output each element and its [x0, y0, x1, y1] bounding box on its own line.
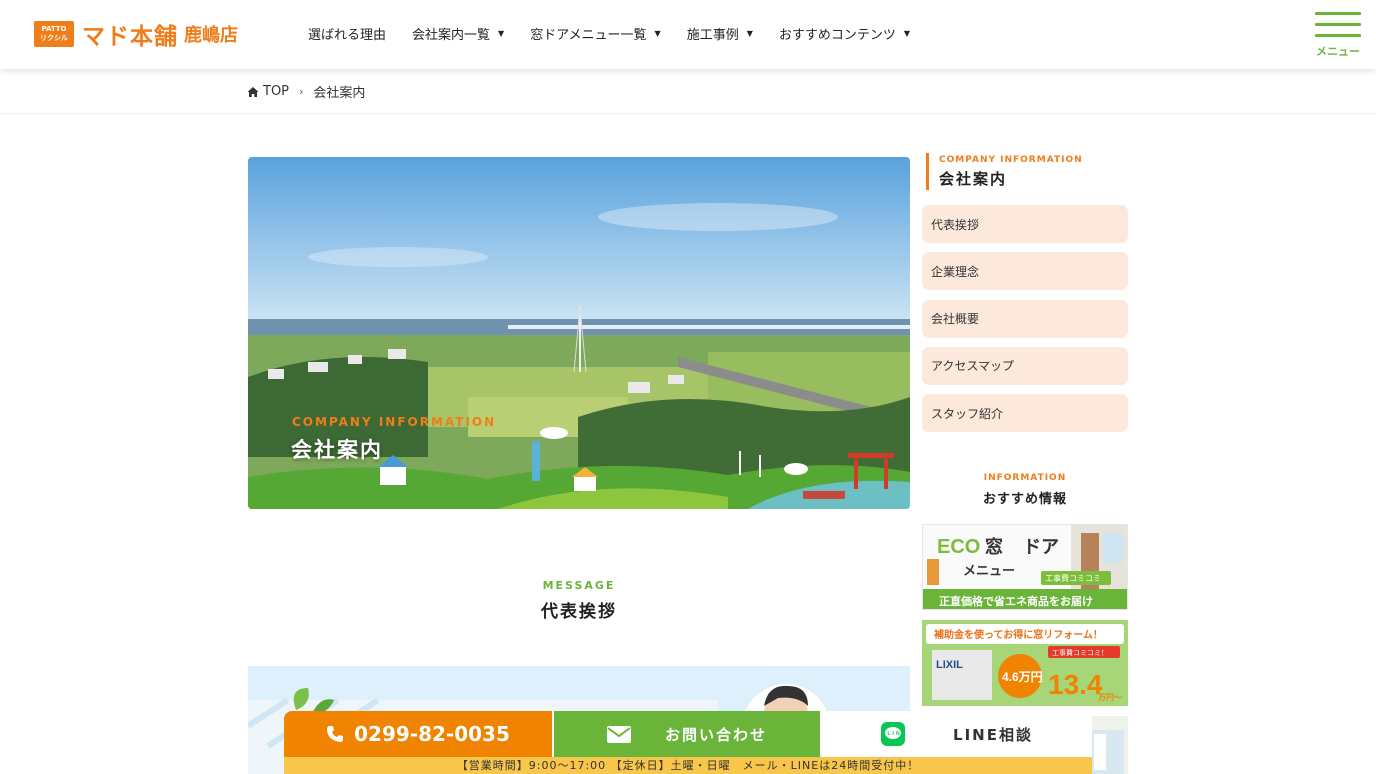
menu-label: メニュー — [1316, 45, 1360, 58]
nav-works[interactable]: 施工事例 ▼ — [687, 24, 753, 43]
business-hours: 【営業時間】9:00～17:00 【定休日】土曜・日曜 メール・LINEは24時… — [284, 757, 1092, 774]
svg-text:ECO: ECO — [937, 536, 980, 558]
svg-text:LIXIL: LIXIL — [936, 659, 963, 671]
hero-title: 会社案内 — [291, 438, 383, 462]
info-title: おすすめ情報 — [982, 492, 1067, 507]
hero-title-en: COMPANY INFORMATION — [292, 415, 497, 429]
sidebar-link-philosophy[interactable]: 企業理念 — [922, 252, 1128, 291]
floating-cta-bar: 0299-82-0035 お問い合わせ LINE LINE相談 【営業時間】9:… — [284, 711, 1092, 774]
divider — [0, 113, 1376, 114]
hamburger-icon — [1315, 12, 1361, 15]
phone-icon — [326, 725, 344, 743]
hero-image: COMPANY INFORMATION 会社案内 — [248, 157, 910, 509]
subsidy-banner[interactable]: 補助金を使ってお得に窓リフォーム！ LIXIL 4.6万円 工事費コミコミ！ 1… — [922, 620, 1128, 706]
nav-company-list[interactable]: 会社案内一覧 ▼ — [412, 24, 504, 43]
chevron-right-icon: › — [299, 85, 304, 98]
sidebar-link-access[interactable]: アクセスマップ — [922, 346, 1128, 385]
eco-banner-art: ECO 窓 ドア メニュー 工事費コミコミ 正直価格で省エネ商品をお届け — [923, 525, 1127, 609]
breadcrumb: TOP › 会社案内 — [247, 82, 365, 101]
svg-text:メニュー: メニュー — [963, 564, 1015, 579]
svg-text:LINE: LINE — [888, 731, 906, 737]
contact-button[interactable]: お問い合わせ — [554, 711, 820, 757]
envelope-icon — [606, 725, 631, 743]
caret-down-icon: ▼ — [746, 29, 753, 38]
breadcrumb-home-link[interactable]: TOP — [263, 84, 289, 99]
info-label-en: INFORMATION — [983, 473, 1067, 483]
sidebar-heading-title: 会社案内 — [939, 170, 1008, 188]
nav-recommended[interactable]: おすすめコンテンツ ▼ — [779, 24, 910, 43]
home-icon — [247, 86, 259, 97]
phone-call-button[interactable]: 0299-82-0035 — [284, 711, 552, 757]
caret-down-icon: ▼ — [654, 29, 661, 38]
section-label-en: MESSAGE — [542, 579, 616, 592]
svg-text:4.6万円: 4.6万円 — [1002, 670, 1043, 684]
logo-main-text: マド本舗 — [82, 24, 178, 50]
caret-down-icon: ▼ — [498, 29, 505, 38]
sidebar-links: 代表挨拶 企業理念 会社概要 アクセスマップ スタッフ紹介 — [922, 205, 1128, 441]
logo-badge: PATTO リクシル — [34, 21, 74, 47]
line-app-icon: LINE — [881, 722, 906, 746]
logo-store-name: 鹿嶋店 — [184, 25, 238, 46]
site-header: PATTO リクシル マド本舗 鹿嶋店 選ばれる理由 会社案内一覧 ▼ 窓ドアメニ… — [0, 0, 1376, 69]
svg-text:万円〜: 万円〜 — [1097, 693, 1122, 702]
svg-text:工事費コミコミ: 工事費コミコミ — [1045, 573, 1101, 583]
svg-text:窓: 窓 — [985, 536, 1003, 558]
svg-text:13.4: 13.4 — [1048, 669, 1103, 700]
caret-down-icon: ▼ — [903, 29, 911, 38]
sidebar-heading: COMPANY INFORMATION 会社案内 — [926, 153, 1083, 190]
sidebar-heading-en: COMPANY INFORMATION — [939, 155, 1083, 165]
svg-text:ドア: ドア — [1023, 537, 1059, 558]
site-logo[interactable]: PATTO リクシル マド本舗 鹿嶋店 — [34, 20, 238, 50]
svg-text:工事費コミコミ！: 工事費コミコミ！ — [1052, 648, 1108, 657]
hamburger-menu-button[interactable]: メニュー — [1315, 12, 1361, 59]
svg-text:正直価格で省エネ商品をお届け: 正直価格で省エネ商品をお届け — [939, 594, 1093, 608]
subsidy-banner-art: 補助金を使ってお得に窓リフォーム！ LIXIL 4.6万円 工事費コミコミ！ 1… — [922, 620, 1128, 706]
sidebar-link-greeting[interactable]: 代表挨拶 — [922, 205, 1128, 243]
sidebar-link-overview[interactable]: 会社概要 — [922, 299, 1128, 338]
nav-reasons[interactable]: 選ばれる理由 — [308, 24, 386, 43]
breadcrumb-current: 会社案内 — [313, 86, 366, 101]
line-consult-button[interactable]: LINE LINE相談 — [822, 711, 1092, 757]
global-nav: 選ばれる理由 会社案内一覧 ▼ 窓ドアメニュー一覧 ▼ 施工事例 ▼ おすすめコンテン… — [308, 24, 936, 43]
section-title: 代表挨拶 — [541, 602, 617, 622]
svg-text:補助金を使ってお得に窓リフォーム！: 補助金を使ってお得に窓リフォーム！ — [933, 628, 1103, 641]
nav-window-door-menu[interactable]: 窓ドアメニュー一覧 ▼ — [530, 24, 661, 43]
eco-window-door-banner[interactable]: ECO 窓 ドア メニュー 工事費コミコミ 正直価格で省エネ商品をお届け — [922, 524, 1128, 610]
sidebar-link-staff[interactable]: スタッフ紹介 — [922, 394, 1128, 433]
